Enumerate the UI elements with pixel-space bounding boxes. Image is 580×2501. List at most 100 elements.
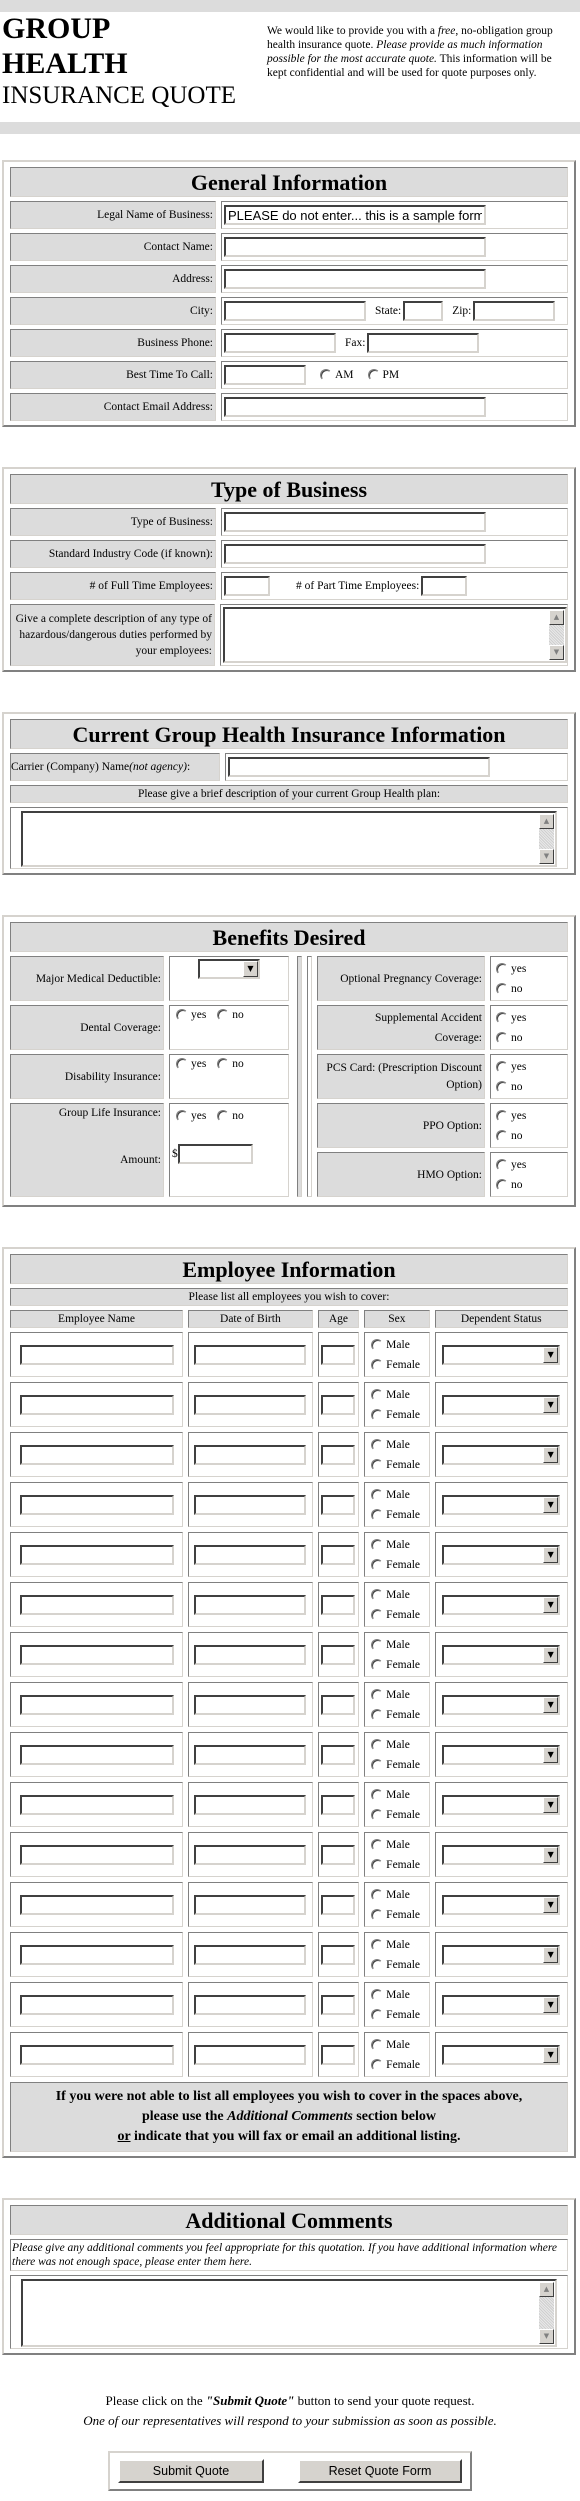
date-of-birth-input[interactable] [194, 1394, 307, 1415]
chevron-down-icon[interactable]: ▼ [543, 1346, 559, 1363]
scroll-up-icon[interactable]: ▲ [539, 2282, 554, 2297]
chevron-down-icon[interactable]: ▼ [543, 1446, 559, 1463]
state-input[interactable] [403, 301, 444, 321]
date-of-birth-input[interactable] [194, 1744, 307, 1765]
business-phone-input[interactable] [224, 333, 336, 353]
fax-input[interactable] [367, 333, 480, 353]
hazard-textarea[interactable]: ▲ ▼ [223, 607, 567, 663]
employee-name-input[interactable] [19, 1894, 174, 1915]
pm-radio[interactable] [367, 369, 380, 382]
dependent-status-select[interactable]: ▼ [442, 1694, 561, 1715]
date-of-birth-input[interactable] [194, 1594, 307, 1615]
employee-name-input[interactable] [19, 2044, 174, 2065]
employee-name-input[interactable] [19, 1994, 174, 2015]
employee-name-input[interactable] [19, 1394, 174, 1415]
age-input[interactable] [321, 1494, 356, 1515]
age-input[interactable] [321, 1444, 356, 1465]
reset-form-button[interactable]: Reset Quote Form [298, 2459, 462, 2483]
chevron-down-icon[interactable]: ▼ [543, 2046, 559, 2063]
best-time-input[interactable] [224, 365, 306, 385]
employee-name-input[interactable] [19, 1344, 174, 1365]
female-radio[interactable] [371, 2058, 384, 2071]
age-input[interactable] [321, 1994, 356, 2015]
disability-yes-radio[interactable] [176, 1058, 188, 1071]
fulltime-input[interactable] [224, 576, 270, 596]
female-radio[interactable] [371, 1758, 384, 1771]
male-radio[interactable] [371, 2038, 384, 2051]
employee-name-input[interactable] [19, 1794, 174, 1815]
am-option[interactable]: AM [320, 369, 354, 382]
female-radio[interactable] [371, 1558, 384, 1571]
male-radio[interactable] [371, 1738, 384, 1751]
female-radio[interactable] [371, 1658, 384, 1671]
female-radio[interactable] [371, 1358, 384, 1371]
dependent-status-select[interactable]: ▼ [442, 1444, 561, 1465]
pregnancy-yes-radio[interactable] [496, 963, 508, 976]
dependent-status-select[interactable]: ▼ [442, 1744, 561, 1765]
date-of-birth-input[interactable] [194, 1944, 307, 1965]
employee-name-input[interactable] [19, 1644, 174, 1665]
hmo-yes-radio[interactable] [496, 1159, 508, 1172]
chevron-down-icon[interactable]: ▼ [543, 1946, 559, 1963]
employee-name-input[interactable] [19, 1944, 174, 1965]
chevron-down-icon[interactable]: ▼ [543, 1796, 559, 1813]
dependent-status-select[interactable]: ▼ [442, 1794, 561, 1815]
date-of-birth-input[interactable] [194, 1494, 307, 1515]
male-radio[interactable] [371, 1438, 384, 1451]
date-of-birth-input[interactable] [194, 1544, 307, 1565]
ppo-yes-radio[interactable] [496, 1110, 508, 1123]
zip-input[interactable] [473, 301, 556, 321]
legal-name-input[interactable] [224, 205, 486, 225]
male-radio[interactable] [371, 1538, 384, 1551]
employee-name-input[interactable] [19, 1594, 174, 1615]
employee-name-input[interactable] [19, 1494, 174, 1515]
age-input[interactable] [321, 2044, 356, 2065]
male-radio[interactable] [371, 1488, 384, 1501]
dependent-status-select[interactable]: ▼ [442, 1894, 561, 1915]
date-of-birth-input[interactable] [194, 2044, 307, 2065]
chevron-down-icon[interactable]: ▼ [543, 1396, 559, 1413]
pcs-no-radio[interactable] [496, 1081, 508, 1094]
chevron-down-icon[interactable]: ▼ [543, 1496, 559, 1513]
employee-name-input[interactable] [19, 1444, 174, 1465]
accident-yes-radio[interactable] [496, 1012, 508, 1025]
scrollbar[interactable]: ▲ ▼ [549, 610, 564, 660]
age-input[interactable] [321, 1594, 356, 1615]
city-input[interactable] [224, 301, 366, 321]
date-of-birth-input[interactable] [194, 1994, 307, 2015]
dental-no-radio[interactable] [217, 1009, 230, 1022]
age-input[interactable] [321, 1694, 356, 1715]
dependent-status-select[interactable]: ▼ [442, 1644, 561, 1665]
disability-no-radio[interactable] [217, 1058, 230, 1071]
male-radio[interactable] [371, 1838, 384, 1851]
accident-no-radio[interactable] [496, 1032, 508, 1045]
life-no-radio[interactable] [217, 1110, 230, 1123]
scroll-up-icon[interactable]: ▲ [539, 814, 554, 829]
employee-name-input[interactable] [19, 1694, 174, 1715]
parttime-input[interactable] [421, 576, 468, 596]
chevron-down-icon[interactable]: ▼ [543, 1646, 559, 1663]
female-radio[interactable] [371, 1608, 384, 1621]
scroll-down-icon[interactable]: ▼ [549, 645, 564, 660]
carrier-input[interactable] [228, 757, 490, 777]
female-radio[interactable] [371, 1708, 384, 1721]
chevron-down-icon[interactable]: ▼ [243, 961, 258, 977]
scroll-down-icon[interactable]: ▼ [539, 2329, 554, 2344]
male-radio[interactable] [371, 1938, 384, 1951]
dependent-status-select[interactable]: ▼ [442, 1944, 561, 1965]
ppo-no-radio[interactable] [496, 1130, 508, 1143]
dependent-status-select[interactable]: ▼ [442, 1394, 561, 1415]
dependent-status-select[interactable]: ▼ [442, 1494, 561, 1515]
male-radio[interactable] [371, 1388, 384, 1401]
scroll-down-icon[interactable]: ▼ [539, 849, 554, 864]
age-input[interactable] [321, 1794, 356, 1815]
female-radio[interactable] [371, 1508, 384, 1521]
employee-name-input[interactable] [19, 1844, 174, 1865]
age-input[interactable] [321, 1344, 356, 1365]
age-input[interactable] [321, 1844, 356, 1865]
dependent-status-select[interactable]: ▼ [442, 1844, 561, 1865]
comments-textarea[interactable]: ▲ ▼ [21, 2279, 557, 2347]
chevron-down-icon[interactable]: ▼ [543, 1546, 559, 1563]
business-type-input[interactable] [224, 512, 486, 532]
chevron-down-icon[interactable]: ▼ [543, 1746, 559, 1763]
